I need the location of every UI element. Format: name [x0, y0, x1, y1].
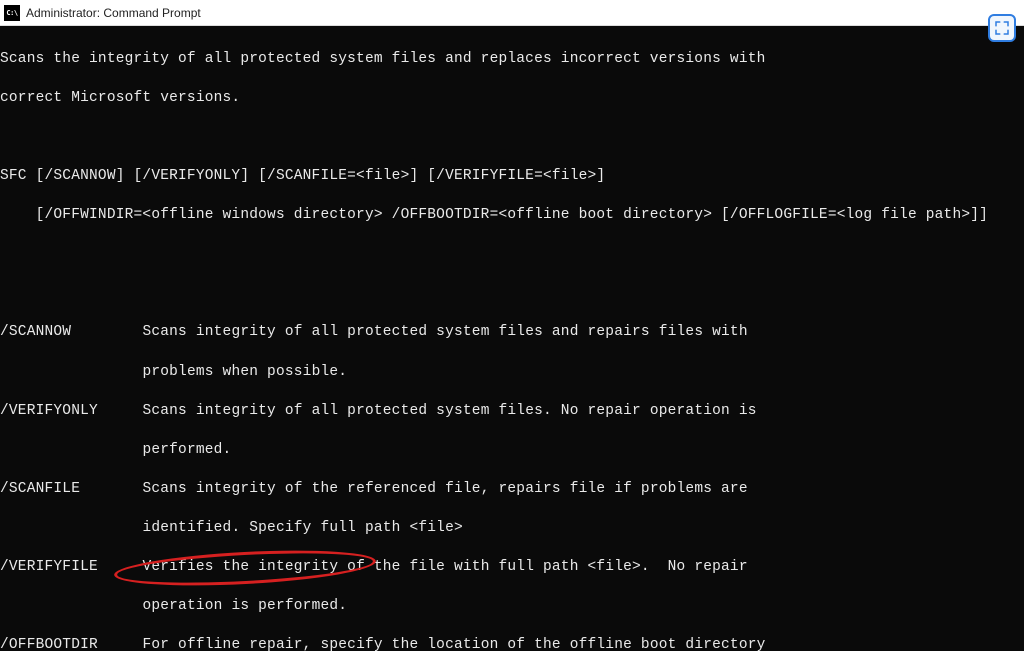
option-desc: Scans integrity of all protected system …	[142, 324, 747, 340]
option-line: /SCANFILE Scans integrity of the referen…	[0, 480, 1024, 500]
option-desc: operation is performed.	[142, 598, 347, 614]
option-desc: Scans integrity of all protected system …	[142, 403, 756, 419]
option-line: /VERIFYONLY Scans integrity of all prote…	[0, 402, 1024, 422]
output-blank	[0, 284, 1024, 304]
option-line: /VERIFYFILE Verifies the integrity of th…	[0, 558, 1024, 578]
output-line: Scans the integrity of all protected sys…	[0, 50, 1024, 70]
output-blank	[0, 128, 1024, 148]
option-desc: problems when possible.	[142, 364, 347, 380]
output-line: [/OFFWINDIR=<offline windows directory> …	[0, 206, 1024, 226]
option-key: /SCANFILE	[0, 481, 80, 497]
cmd-icon: C:\	[4, 5, 20, 21]
window-title: Administrator: Command Prompt	[26, 6, 201, 20]
option-line: problems when possible.	[0, 363, 1024, 383]
terminal-output[interactable]: Scans the integrity of all protected sys…	[0, 26, 1024, 651]
cmd-icon-label: C:\	[6, 9, 17, 17]
option-line: /SCANNOW Scans integrity of all protecte…	[0, 323, 1024, 343]
option-desc: Verifies the integrity of the file with …	[142, 559, 747, 575]
option-line: /OFFBOOTDIR For offline repair, specify …	[0, 636, 1024, 651]
option-desc: identified. Specify full path <file>	[142, 520, 462, 536]
option-key: /VERIFYONLY	[0, 403, 98, 419]
option-line: identified. Specify full path <file>	[0, 519, 1024, 539]
option-key: /SCANNOW	[0, 324, 71, 340]
expand-button[interactable]	[988, 14, 1016, 42]
option-line: operation is performed.	[0, 597, 1024, 617]
output-line: SFC [/SCANNOW] [/VERIFYONLY] [/SCANFILE=…	[0, 167, 1024, 187]
output-blank	[0, 245, 1024, 265]
option-desc: For offline repair, specify the location…	[142, 637, 765, 651]
option-key: /VERIFYFILE	[0, 559, 98, 575]
option-desc: Scans integrity of the referenced file, …	[142, 481, 747, 497]
option-line: performed.	[0, 441, 1024, 461]
expand-icon	[993, 19, 1011, 37]
option-key: /OFFBOOTDIR	[0, 637, 98, 651]
option-desc: performed.	[142, 442, 231, 458]
window-title-bar: C:\ Administrator: Command Prompt	[0, 0, 1024, 26]
output-line: correct Microsoft versions.	[0, 89, 1024, 109]
